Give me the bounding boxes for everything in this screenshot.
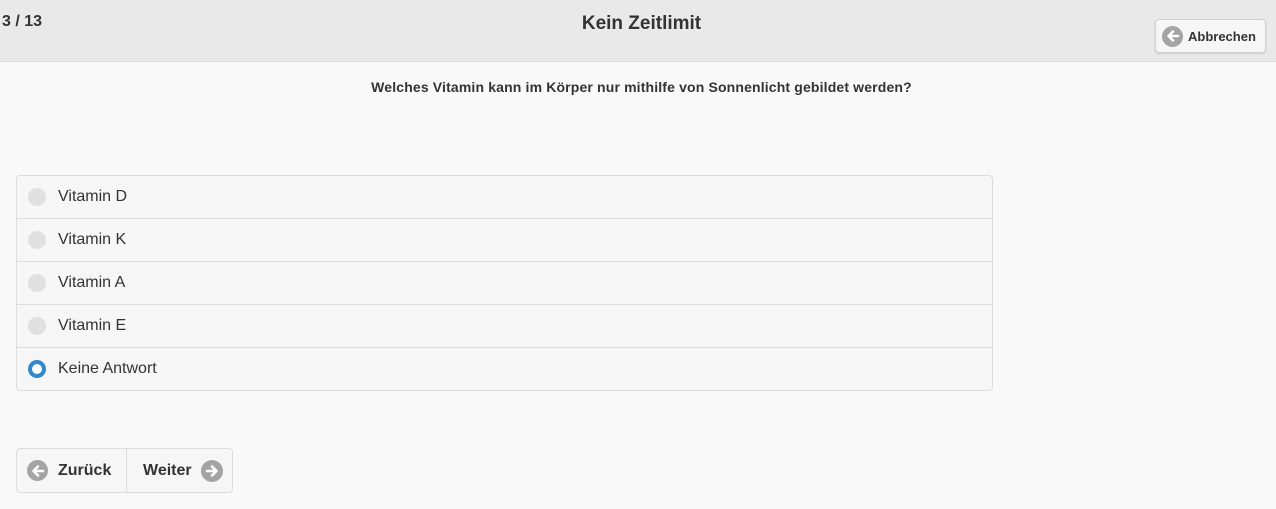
radio-button[interactable]	[28, 317, 46, 335]
option-label: Vitamin E	[58, 317, 127, 334]
option-vitamin-k[interactable]: Vitamin K	[17, 219, 992, 262]
cancel-button-label: Abbrechen	[1188, 28, 1256, 44]
back-button[interactable]: Zurück	[17, 449, 127, 492]
option-label: Vitamin D	[58, 188, 128, 205]
next-button-label: Weiter	[143, 461, 192, 479]
header-bar: 3 / 13 Kein Zeitlimit Abbrechen	[0, 0, 1276, 62]
option-label: Vitamin K	[58, 231, 127, 248]
next-button[interactable]: Weiter	[127, 449, 232, 492]
arrow-left-icon	[27, 460, 48, 481]
cancel-button[interactable]: Abbrechen	[1155, 19, 1266, 53]
back-button-label: Zurück	[58, 461, 112, 479]
option-label: Keine Antwort	[58, 360, 157, 377]
option-keine-antwort[interactable]: Keine Antwort	[17, 348, 992, 390]
radio-button[interactable]	[28, 274, 46, 292]
option-vitamin-a[interactable]: Vitamin A	[17, 262, 992, 305]
option-vitamin-d[interactable]: Vitamin D	[17, 176, 992, 219]
radio-button[interactable]	[28, 188, 46, 206]
page-title: Kein Zeitlimit	[581, 13, 702, 34]
option-vitamin-e[interactable]: Vitamin E	[17, 305, 992, 348]
question-navigation: Zurück Weiter	[16, 448, 233, 493]
radio-button[interactable]	[28, 231, 46, 249]
radio-button[interactable]	[28, 360, 46, 378]
answer-options: Vitamin D Vitamin K Vitamin A Vitamin E …	[16, 175, 993, 391]
option-label: Vitamin A	[58, 274, 126, 291]
arrow-right-icon	[200, 459, 223, 482]
arrow-left-icon	[1162, 25, 1183, 47]
question-text: Welches Vitamin kann im Körper nur mithi…	[371, 79, 912, 95]
